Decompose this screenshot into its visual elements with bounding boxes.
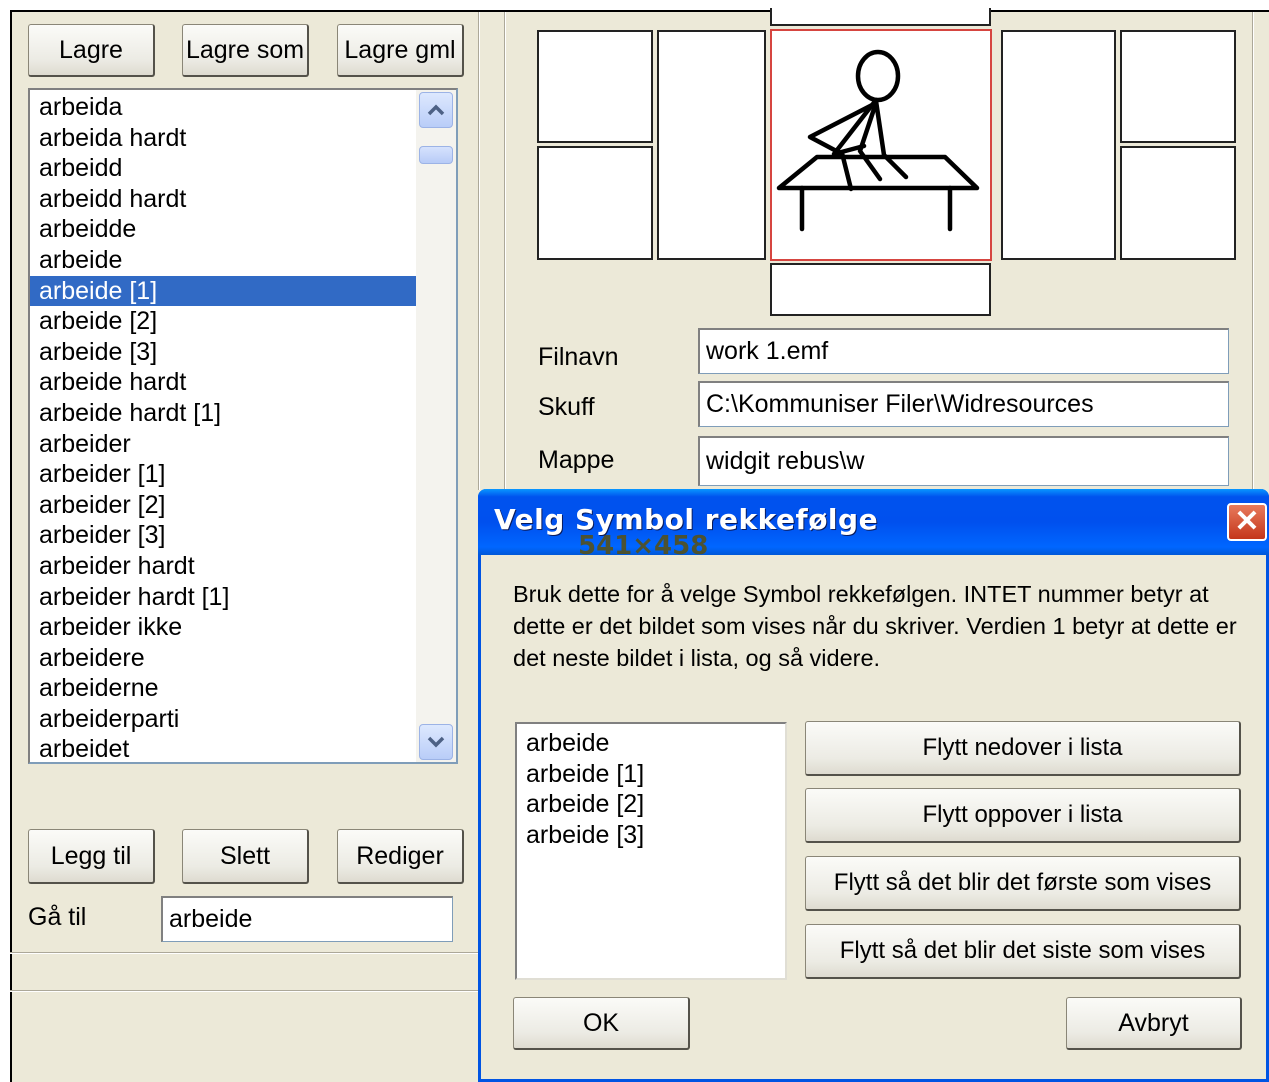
folder-label: Mappe xyxy=(538,446,615,474)
symbol-slot-right-tall[interactable] xyxy=(1001,30,1116,260)
status-divider-2 xyxy=(10,990,480,992)
drawer-field[interactable]: C:\Kommuniser Filer\Widresources xyxy=(698,381,1229,427)
list-item[interactable]: arbeider [1] xyxy=(30,459,416,490)
symbol-order-dialog: 541×458 Velg Symbol rekkefølge ✕ Bruk de… xyxy=(478,489,1269,1082)
edit-button[interactable]: Rediger xyxy=(337,829,464,884)
symbol-slot-bottom[interactable] xyxy=(770,263,991,316)
symbol-slot-current[interactable] xyxy=(770,29,992,261)
ok-button[interactable]: OK xyxy=(513,997,690,1050)
dialog-description: Bruk dette for å velge Symbol rekkefølge… xyxy=(513,581,1237,671)
save-old-button[interactable]: Lagre gml xyxy=(337,24,464,77)
list-item[interactable]: arbeiderne xyxy=(30,673,416,704)
person-working-at-desk-icon xyxy=(776,49,980,232)
scrollbar-thumb[interactable] xyxy=(419,146,453,164)
dialog-titlebar[interactable]: 541×458 Velg Symbol rekkefølge ✕ xyxy=(478,489,1269,561)
list-item[interactable]: arbeide [1] xyxy=(30,275,416,307)
move-down-button[interactable]: Flytt nedover i lista xyxy=(805,721,1241,776)
symbol-slot-left-tall[interactable] xyxy=(657,30,766,260)
symbol-slot-left-bottom[interactable] xyxy=(537,146,653,260)
list-item[interactable]: arbeider [3] xyxy=(30,520,416,551)
filename-label: Filnavn xyxy=(538,343,619,371)
list-item[interactable]: arbeida xyxy=(30,92,416,123)
list-item[interactable]: arbeide hardt xyxy=(30,367,416,398)
dialog-title: Velg Symbol rekkefølge xyxy=(494,503,879,536)
cancel-button[interactable]: Avbryt xyxy=(1066,997,1242,1050)
list-item[interactable]: arbeider hardt xyxy=(30,551,416,582)
list-item[interactable]: arbeidd xyxy=(30,153,416,184)
list-item[interactable]: arbeiderparti xyxy=(30,704,416,735)
move-up-button[interactable]: Flytt oppover i lista xyxy=(805,788,1241,843)
order-list-item[interactable]: arbeide xyxy=(526,728,785,759)
add-button[interactable]: Legg til xyxy=(28,829,155,884)
goto-input[interactable]: arbeide xyxy=(161,896,453,942)
list-item[interactable]: arbeide [3] xyxy=(30,337,416,368)
chevron-up-icon[interactable] xyxy=(419,92,453,128)
word-list[interactable]: arbeida arbeida hardt arbeidd arbeidd hardt… xyxy=(28,88,458,764)
list-item[interactable]: arbeida hardt xyxy=(30,123,416,154)
move-first-button[interactable]: Flytt så det blir det første som vises xyxy=(805,856,1241,911)
symbol-slot-right-bottom[interactable] xyxy=(1120,146,1236,260)
order-list-item[interactable]: arbeide [2] xyxy=(526,789,785,820)
panel-splitter-right xyxy=(504,12,506,490)
list-item[interactable]: arbeidet xyxy=(30,734,416,762)
order-list-item[interactable]: arbeide [1] xyxy=(526,759,785,790)
symbol-slot-right-top[interactable] xyxy=(1120,30,1236,143)
save-as-button[interactable]: Lagre som xyxy=(182,24,309,77)
folder-field[interactable]: widgit rebus\w xyxy=(698,436,1229,486)
order-list-item[interactable]: arbeide [3] xyxy=(526,820,785,851)
list-item[interactable]: arbeide hardt [1] xyxy=(30,398,416,429)
move-last-button[interactable]: Flytt så det blir det siste som vises xyxy=(805,924,1241,979)
list-item[interactable]: arbeider [2] xyxy=(30,490,416,521)
list-item[interactable]: arbeide [2] xyxy=(30,306,416,337)
chevron-down-icon[interactable] xyxy=(419,724,453,760)
symbol-order-list[interactable]: arbeide arbeide [1] arbeide [2] arbeide [3] xyxy=(515,722,787,980)
list-item[interactable]: arbeidere xyxy=(30,643,416,674)
status-divider-1 xyxy=(10,952,480,954)
save-button[interactable]: Lagre xyxy=(28,24,155,77)
goto-label: Gå til xyxy=(28,903,87,931)
list-item[interactable]: arbeidde xyxy=(30,214,416,245)
list-item[interactable]: arbeider xyxy=(30,429,416,460)
symbol-slot-left-top[interactable] xyxy=(537,30,653,143)
delete-button[interactable]: Slett xyxy=(182,829,309,884)
word-list-scrollbar[interactable] xyxy=(416,90,456,762)
panel-splitter-left xyxy=(478,12,480,490)
list-item[interactable]: arbeidd hardt xyxy=(30,184,416,215)
list-item[interactable]: arbeider hardt [1] xyxy=(30,582,416,613)
symbol-slot-top[interactable] xyxy=(770,8,991,26)
close-icon[interactable]: ✕ xyxy=(1227,503,1267,541)
filename-field[interactable]: work 1.emf xyxy=(698,328,1229,374)
list-item[interactable]: arbeider ikke xyxy=(30,612,416,643)
list-item[interactable]: arbeide xyxy=(30,245,416,276)
drawer-label: Skuff xyxy=(538,393,595,421)
panel-splitter-far-right xyxy=(1252,12,1254,490)
